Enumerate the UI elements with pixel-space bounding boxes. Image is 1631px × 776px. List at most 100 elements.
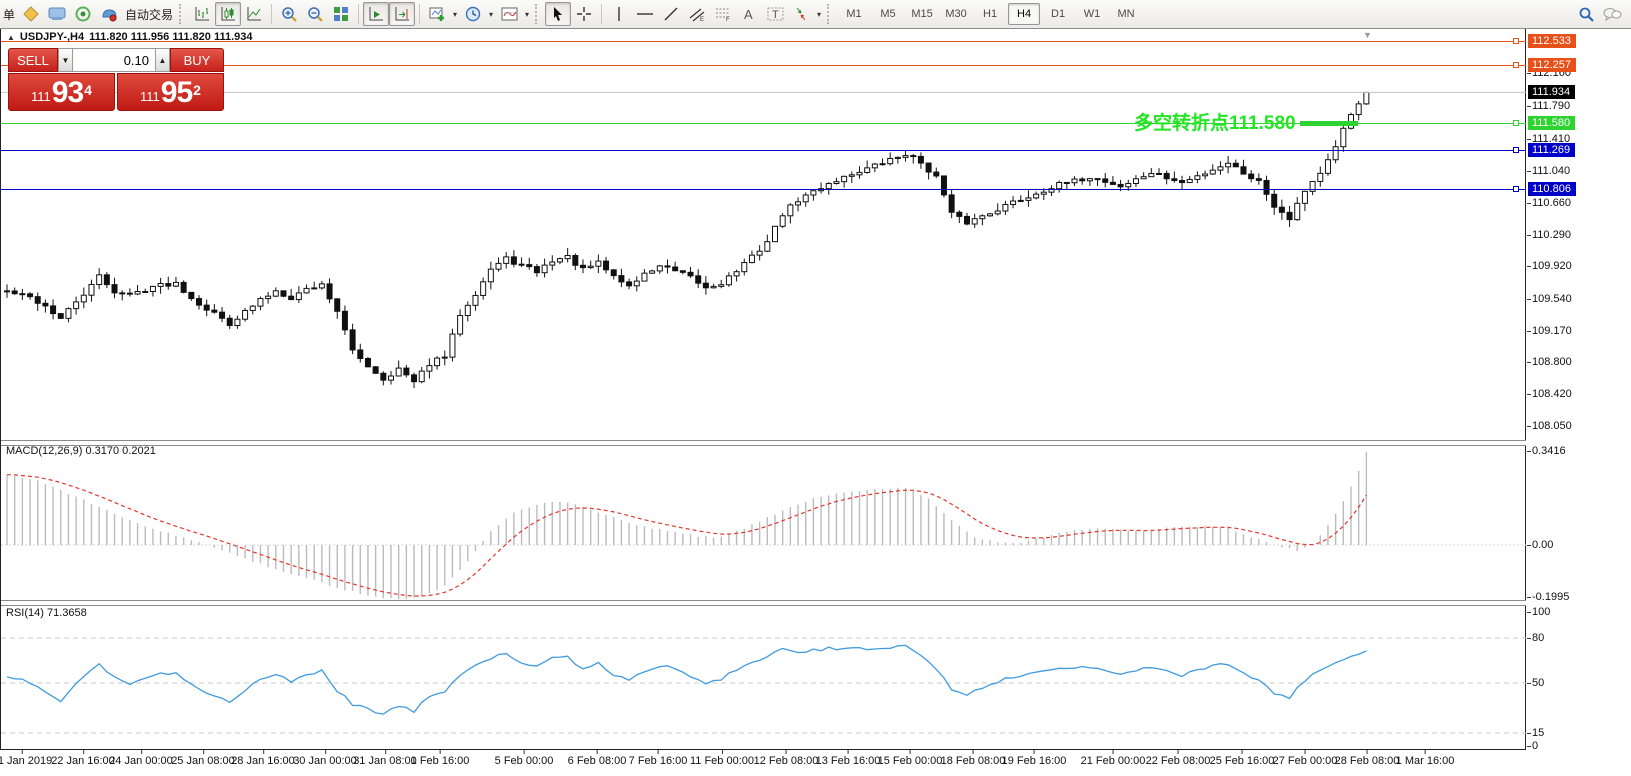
line-chart-mode-icon[interactable]	[241, 2, 267, 26]
candle-body	[833, 181, 840, 184]
candle-body	[772, 225, 778, 243]
price-axis[interactable]: 112.160 111.790 111.410 111.040 110.660 110.2…	[1526, 28, 1631, 752]
fibonacci-tool-icon[interactable]: F	[710, 2, 736, 26]
time-axis[interactable]: 21 Jan 201922 Jan 16:0024 Jan 00:0025 Ja…	[0, 750, 1631, 776]
candle-body	[940, 175, 947, 196]
level-line-resistance-2[interactable]	[1, 65, 1526, 66]
arrows-tool-icon[interactable]	[788, 2, 814, 26]
templates-icon[interactable]	[496, 2, 522, 26]
timeframe-button-mn[interactable]: MN	[1110, 3, 1142, 25]
timeframe-button-m1[interactable]: M1	[838, 3, 870, 25]
arrows-dropdown-arrow[interactable]: ▾	[814, 3, 824, 25]
expander-icon[interactable]: ▲	[7, 33, 15, 42]
volume-increase-button[interactable]: ▲	[155, 48, 170, 72]
candle-body	[441, 356, 448, 359]
candle-body	[1225, 162, 1232, 168]
metaquotes-icon[interactable]	[18, 2, 44, 26]
level-line-handle[interactable]	[1513, 120, 1519, 126]
autotrading-button[interactable]: 自动交易	[122, 6, 176, 23]
chart-shift-icon[interactable]	[389, 2, 416, 26]
volume-decrease-button[interactable]: ▼	[58, 48, 73, 72]
autotrading-icon[interactable]	[96, 2, 122, 26]
signals-icon[interactable]	[70, 2, 96, 26]
candle-body	[1202, 173, 1209, 177]
time-axis-label: 7 Feb 16:00	[628, 750, 688, 767]
candle-body	[1286, 211, 1293, 221]
new-chart-dropdown-arrow[interactable]: ▾	[450, 3, 460, 25]
chat-icon[interactable]	[1599, 2, 1625, 26]
candle-body	[595, 260, 602, 267]
indicator-axis-tick: 100	[1526, 606, 1551, 618]
price-badge: 111.934	[1528, 85, 1576, 100]
pivot-highlight-segment[interactable]	[1300, 120, 1358, 126]
rsi-line	[6, 644, 1367, 715]
zoom-in-icon[interactable]	[276, 2, 302, 26]
level-line-support-2[interactable]	[1, 189, 1526, 190]
price-axis-tick: 110.290	[1527, 229, 1571, 241]
sell-price-button[interactable]: 111 93 4	[8, 73, 115, 111]
level-line-handle[interactable]	[1513, 62, 1519, 68]
timeframe-button-h1[interactable]: H1	[974, 3, 1006, 25]
level-line-handle[interactable]	[1513, 186, 1519, 192]
candle-body	[810, 190, 817, 196]
tile-windows-icon[interactable]	[328, 2, 354, 26]
candle-body	[879, 163, 886, 166]
candle-body	[27, 293, 34, 298]
toolbar-separator	[358, 4, 360, 24]
timeframe-button-m30[interactable]: M30	[940, 3, 972, 25]
horizontal-line-tool-icon[interactable]	[632, 2, 658, 26]
level-line-pivot-green[interactable]	[1, 123, 1526, 124]
panel-separator[interactable]	[1, 600, 1527, 606]
vertical-line-tool-icon[interactable]	[606, 2, 632, 26]
timeframe-button-d1[interactable]: D1	[1042, 3, 1074, 25]
candle-body	[65, 308, 72, 319]
volume-input[interactable]	[73, 48, 155, 72]
periods-icon[interactable]	[460, 2, 486, 26]
chart-canvas[interactable]	[1, 28, 1527, 750]
text-label-tool-icon[interactable]: T	[762, 2, 788, 26]
buy-price-pip: 2	[193, 82, 201, 98]
zoom-out-icon[interactable]	[302, 2, 328, 26]
mt4-application-window: 单 自动交易 ▾ ▾ ▾ E F A T ▾ M1 M5 M15 M30 H1 …	[0, 0, 1631, 776]
time-axis-label: 19 Feb 16:00	[1001, 750, 1067, 767]
timeframe-button-w1[interactable]: W1	[1076, 3, 1108, 25]
candle-body	[1217, 166, 1224, 171]
chart-shift-marker-icon[interactable]: ▼	[1363, 30, 1372, 40]
templates-dropdown-arrow[interactable]: ▾	[522, 3, 532, 25]
sell-button[interactable]: SELL	[8, 48, 58, 72]
candle-body	[1363, 91, 1370, 105]
pivot-annotation-text[interactable]: 多空转折点111.580	[1134, 108, 1296, 135]
auto-scroll-icon[interactable]	[363, 2, 390, 26]
candlestick-mode-icon[interactable]	[215, 2, 242, 26]
timeframe-button-m15[interactable]: M15	[906, 3, 938, 25]
periods-dropdown-arrow[interactable]: ▾	[486, 3, 496, 25]
candle-body	[1340, 127, 1347, 148]
market-watch-icon[interactable]	[44, 2, 70, 26]
chart-plot-area[interactable]: ▲ USDJPY-,H4 111.820 111.956 111.820 111…	[0, 28, 1527, 750]
level-line-handle[interactable]	[1513, 147, 1519, 153]
crosshair-tool-icon[interactable]	[571, 2, 597, 26]
candle-body	[1317, 172, 1324, 182]
trendline-tool-icon[interactable]	[658, 2, 684, 26]
time-axis-label: 28 Feb 08:00	[1334, 750, 1400, 767]
price-axis-tick: 110.660	[1527, 197, 1571, 209]
buy-price-button[interactable]: 111 95 2	[117, 73, 224, 111]
new-chart-icon[interactable]	[424, 2, 450, 26]
candle-body	[34, 296, 41, 304]
timeframe-button-h4[interactable]: H4	[1008, 3, 1041, 25]
candle-body	[841, 175, 848, 183]
cursor-tool-icon[interactable]	[545, 2, 572, 26]
candle-body	[1324, 159, 1331, 174]
panel-separator[interactable]	[1, 440, 1527, 446]
candle-body	[1263, 179, 1270, 195]
level-line-support-1[interactable]	[1, 150, 1526, 151]
equidistant-channel-tool-icon[interactable]: E	[684, 2, 710, 26]
level-line-handle[interactable]	[1513, 38, 1519, 44]
timeframe-button-m5[interactable]: M5	[872, 3, 904, 25]
text-tool-icon[interactable]: A	[736, 2, 762, 26]
buy-button[interactable]: BUY	[170, 48, 224, 72]
bar-chart-mode-icon[interactable]	[189, 2, 215, 26]
price-axis-tick: 109.540	[1527, 293, 1572, 305]
search-icon[interactable]	[1573, 2, 1599, 26]
new-order-button-label[interactable]: 单	[0, 6, 18, 23]
